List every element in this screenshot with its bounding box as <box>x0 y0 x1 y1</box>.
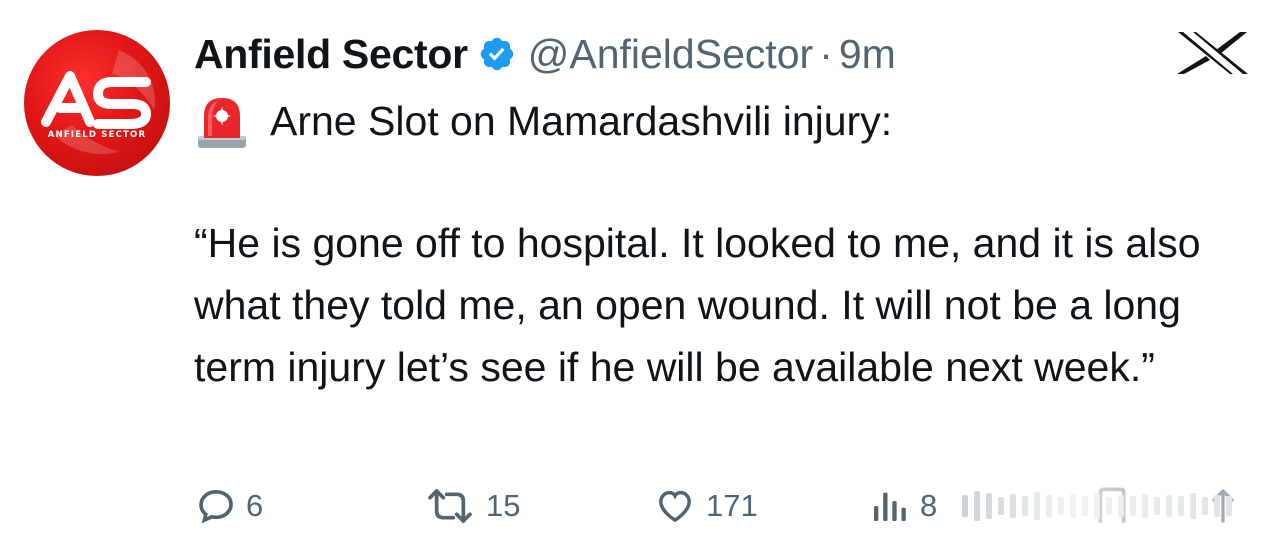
reply-count: 6 <box>246 488 264 523</box>
author-display-name[interactable]: Anfield Sector <box>194 31 468 78</box>
author-avatar[interactable]: ANFIELD SECTOR <box>24 30 170 176</box>
like-button[interactable]: 171 <box>654 476 758 536</box>
tweet-header: Anfield Sector @AnfieldSector · 9m <box>194 24 896 84</box>
tweet-lead-line: Arne Slot on Mamardashvili injury: <box>194 92 892 150</box>
avatar-logo-icon <box>41 50 155 155</box>
repost-count: 15 <box>486 488 521 523</box>
author-handle[interactable]: @AnfieldSector <box>528 31 813 78</box>
rotating-light-icon <box>194 92 250 150</box>
verified-badge-icon[interactable] <box>478 35 516 73</box>
views-button[interactable]: 8 <box>868 476 937 536</box>
tweet-quote-text: “He is gone off to hospital. It looked t… <box>194 220 1201 390</box>
view-count: 8 <box>920 488 938 523</box>
x-logo-icon <box>1174 30 1252 76</box>
faded-overlay-bars <box>962 476 1238 536</box>
header-separator: · <box>819 30 833 77</box>
tweet-card: ANFIELD SECTOR Anfield Sector @AnfieldSe… <box>0 0 1284 552</box>
tweet-lead-text: Arne Slot on Mamardashvili injury: <box>270 97 893 144</box>
avatar-caption: ANFIELD SECTOR <box>47 130 147 140</box>
views-icon <box>874 492 906 521</box>
repost-button[interactable]: 15 <box>424 476 520 536</box>
tweet-timestamp[interactable]: 9m <box>839 31 896 78</box>
heart-icon <box>659 490 691 523</box>
reply-button[interactable]: 6 <box>196 476 263 536</box>
reply-icon <box>199 489 233 524</box>
like-count: 171 <box>706 488 758 523</box>
repost-icon <box>428 489 472 523</box>
